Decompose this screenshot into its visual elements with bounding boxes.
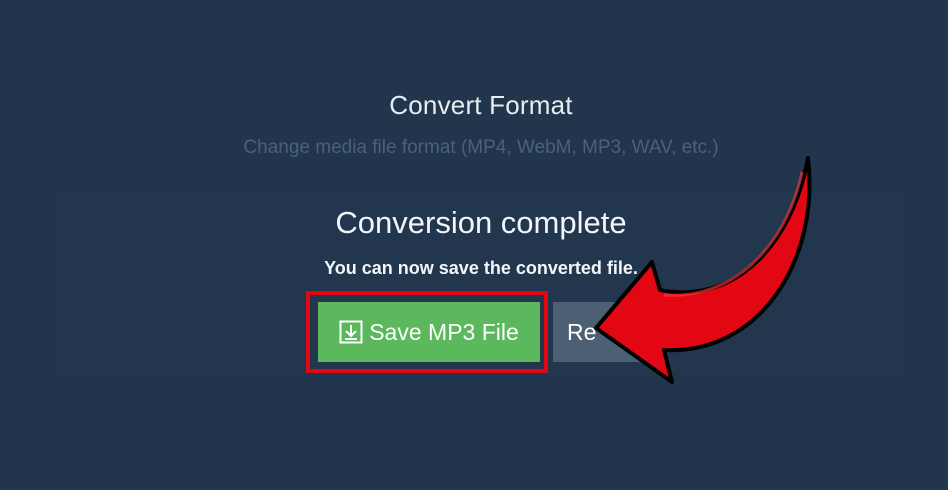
annotation-highlight-box bbox=[306, 291, 548, 373]
red-arrow-icon bbox=[594, 156, 812, 384]
convert-format-page: Convert Format Change media file format … bbox=[0, 0, 948, 490]
page-title: Convert Format bbox=[389, 90, 573, 120]
